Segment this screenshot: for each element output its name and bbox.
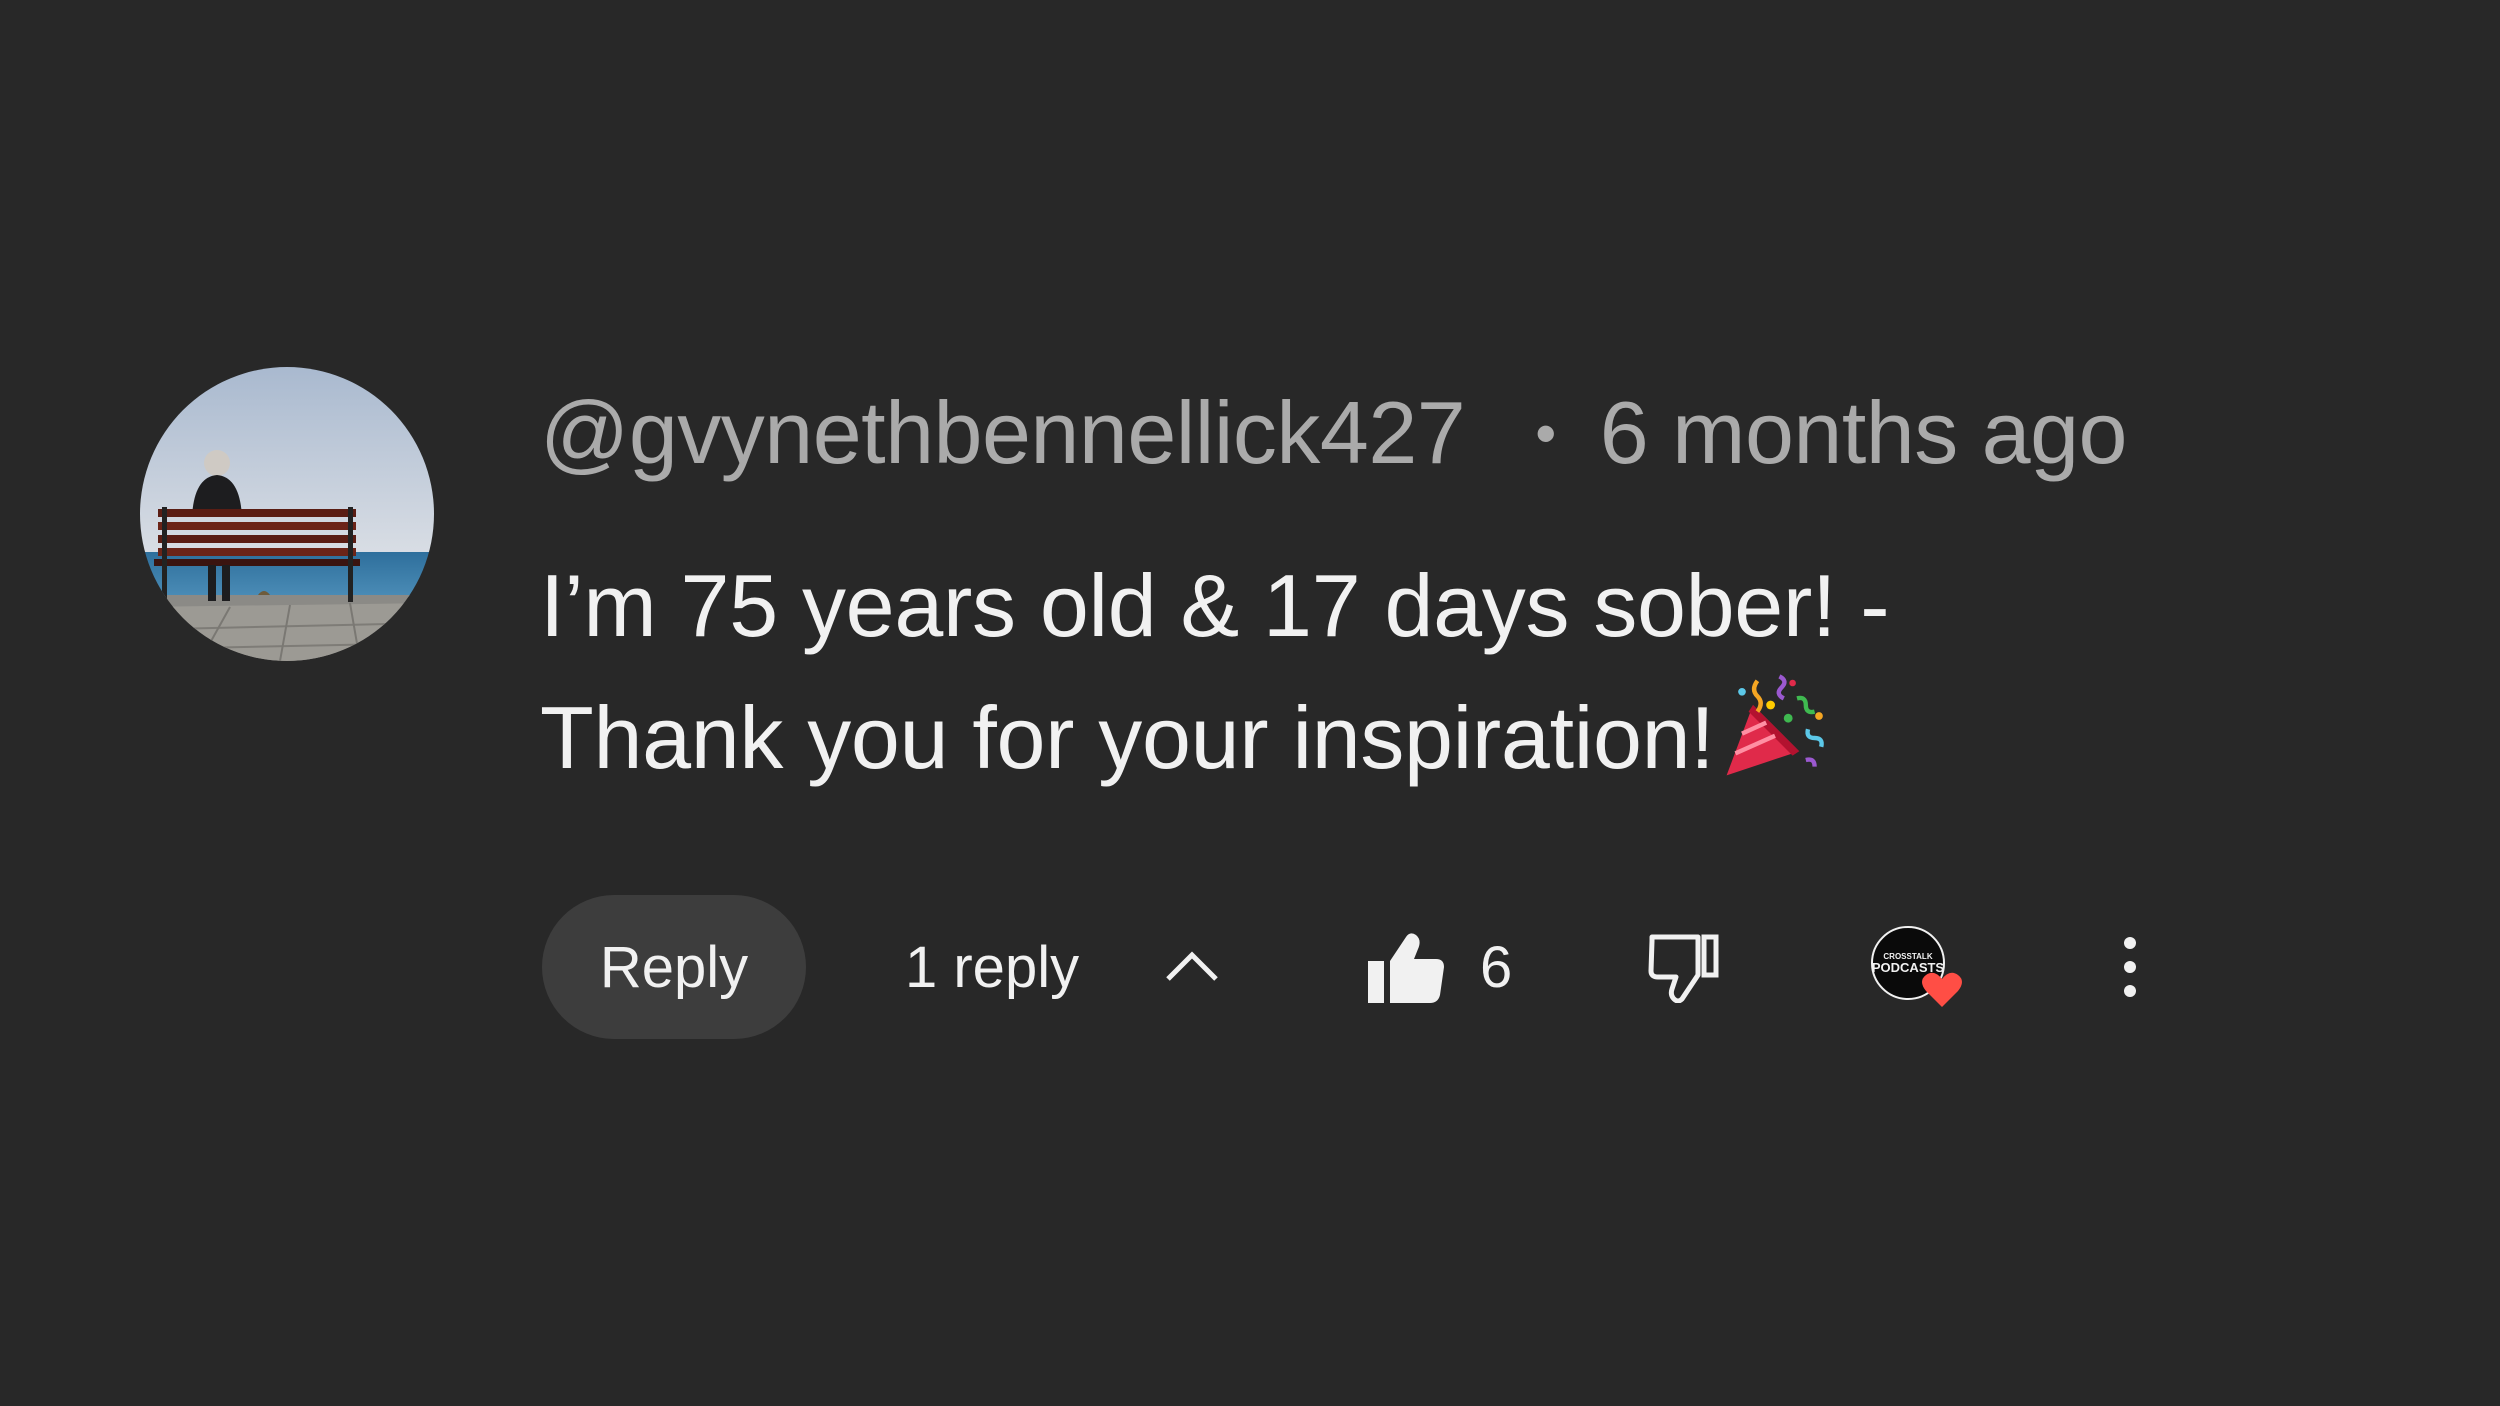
comment-text: I’m 75 years old & 17 days sober! - Than…	[540, 540, 2440, 804]
avatar[interactable]	[140, 367, 434, 661]
thumbs-down-outline-icon[interactable]	[1648, 933, 1720, 1003]
creator-heart-badge: CROSSTALK PODCASTS	[1870, 925, 1990, 1025]
comment-text-line-1: I’m 75 years old & 17 days sober! -	[540, 556, 1890, 655]
like-count: 6	[1480, 934, 1513, 1000]
comment-actions: Reply 1 reply 6 CROSSTALK PODCASTS	[540, 895, 2440, 1039]
party-popper-icon	[1727, 674, 1825, 776]
creator-badge-text-bottom: PODCASTS	[1872, 960, 1945, 975]
comment-timestamp[interactable]: 6 months ago	[1600, 382, 2128, 484]
author-name[interactable]: @gvynethbennellick427	[540, 382, 1466, 484]
separator-dot: •	[1535, 399, 1556, 467]
comment-text-line-2-text: Thank you for your inspiration!	[540, 688, 1715, 787]
heart-icon	[1922, 972, 1962, 1007]
more-vertical-icon[interactable]	[2120, 935, 2140, 999]
comment-text-line-2: Thank you for your inspiration!	[540, 672, 2440, 804]
chevron-up-icon[interactable]	[1162, 937, 1222, 997]
thumbs-up-filled-icon[interactable]	[1368, 931, 1444, 1003]
replies-toggle[interactable]: 1 reply	[905, 895, 1079, 1039]
reply-button[interactable]: Reply	[542, 895, 806, 1039]
comment-header: @gvynethbennellick427 • 6 months ago	[540, 378, 2128, 488]
